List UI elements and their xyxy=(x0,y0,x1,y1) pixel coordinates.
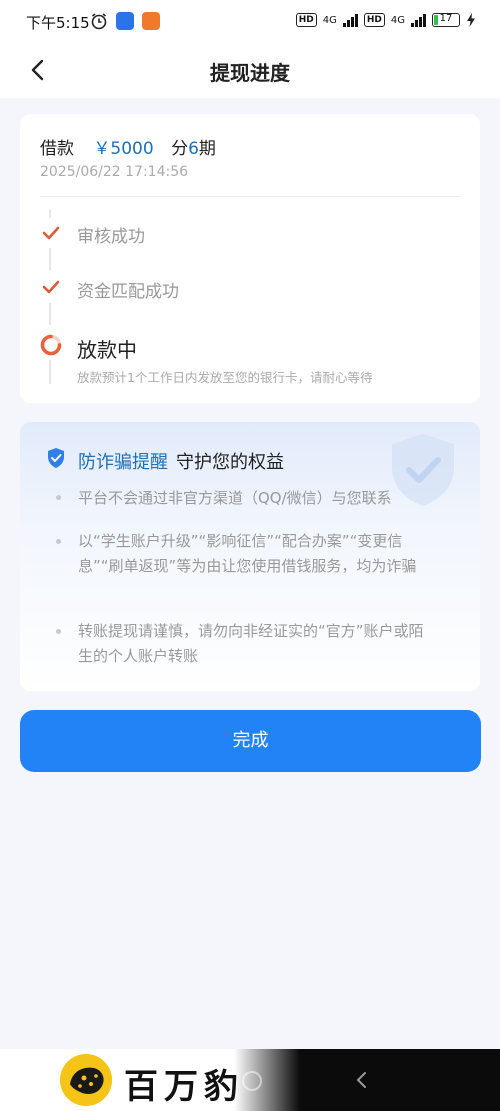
loading-spinner-icon xyxy=(40,334,62,356)
hd-badge: HD xyxy=(295,13,317,27)
hd-badge-2: HD xyxy=(363,13,385,27)
step-fund-match-success: 资金匹配成功 xyxy=(77,282,179,302)
timeline-line xyxy=(49,210,51,218)
loan-summary: 借款 ￥5000 分6期 xyxy=(40,134,216,159)
signal-icon xyxy=(342,13,358,27)
period-suffix: 期 xyxy=(198,139,216,159)
tip-item: 以“学生账户升级”“影响征信”“配合办案”“变更信息”“刷单返现”等为由让您使用… xyxy=(78,532,417,575)
check-icon xyxy=(42,226,60,240)
timeline-line xyxy=(49,360,51,384)
period-count: 6 xyxy=(188,139,199,159)
step-review-success: 审核成功 xyxy=(77,227,145,247)
app-notification-icon xyxy=(116,12,134,30)
nav-bar: 提现进度 xyxy=(0,44,500,98)
loan-amount: ￥5000 xyxy=(93,139,154,159)
page-title: 提现进度 xyxy=(210,61,290,85)
bullet xyxy=(56,629,61,634)
step-disbursing: 放款中 xyxy=(77,338,137,362)
battery-level: 17 xyxy=(439,13,453,24)
status-bar: 下午5:15 HD 4G HD 4G 17 xyxy=(0,0,500,44)
status-indicators: HD 4G HD 4G 17 xyxy=(295,13,476,27)
loan-date: 2025/06/22 17:14:56 xyxy=(40,164,189,180)
status-notification-icons xyxy=(90,12,160,30)
divider xyxy=(40,196,460,197)
tip-item: 转账提现请谨慎，请勿向非经证实的“官方”账户或陌生的个人账户转账 xyxy=(78,622,424,665)
timeline-line xyxy=(49,248,51,270)
brand-watermark: 百万豹 xyxy=(0,1049,300,1111)
back-nav-icon[interactable] xyxy=(355,1071,369,1089)
loan-label: 借款 xyxy=(40,139,74,159)
check-icon xyxy=(42,280,60,294)
shield-check-icon xyxy=(48,448,64,468)
status-time: 下午5:15 xyxy=(26,14,90,32)
period-prefix: 分 xyxy=(171,139,189,159)
done-button[interactable]: 完成 xyxy=(20,710,481,772)
tip-item: 平台不会通过非官方渠道（QQ/微信）与您联系 xyxy=(78,489,392,507)
alert-title: 防诈骗提醒 守护您的权益 xyxy=(78,448,284,474)
app-notification-icon-2 xyxy=(142,12,160,30)
alert-title-highlight: 防诈骗提醒 xyxy=(78,452,168,473)
system-nav-bar: 百万豹 xyxy=(0,1049,500,1111)
brand-name: 百万豹 xyxy=(124,1067,244,1107)
loan-progress-card: 借款 ￥5000 分6期 2025/06/22 17:14:56 审核成功 资金… xyxy=(20,114,480,403)
step-disbursing-desc: 放款预计1个工作日内发放至您的银行卡，请耐心等待 xyxy=(77,370,373,385)
anti-fraud-card: 防诈骗提醒 守护您的权益 平台不会通过非官方渠道（QQ/微信）与您联系 以“学生账… xyxy=(20,422,480,691)
timeline-line xyxy=(49,303,51,325)
charging-icon xyxy=(467,13,475,27)
network-type-2: 4G xyxy=(390,14,405,26)
bullet xyxy=(56,495,61,500)
leopard-logo-icon xyxy=(60,1054,112,1106)
signal-icon-2 xyxy=(411,13,426,27)
battery-icon: 17 xyxy=(432,13,460,27)
bullet xyxy=(56,539,61,544)
network-type: 4G xyxy=(322,14,337,26)
alarm-icon xyxy=(91,13,107,30)
alert-title-rest: 守护您的权益 xyxy=(176,452,284,473)
